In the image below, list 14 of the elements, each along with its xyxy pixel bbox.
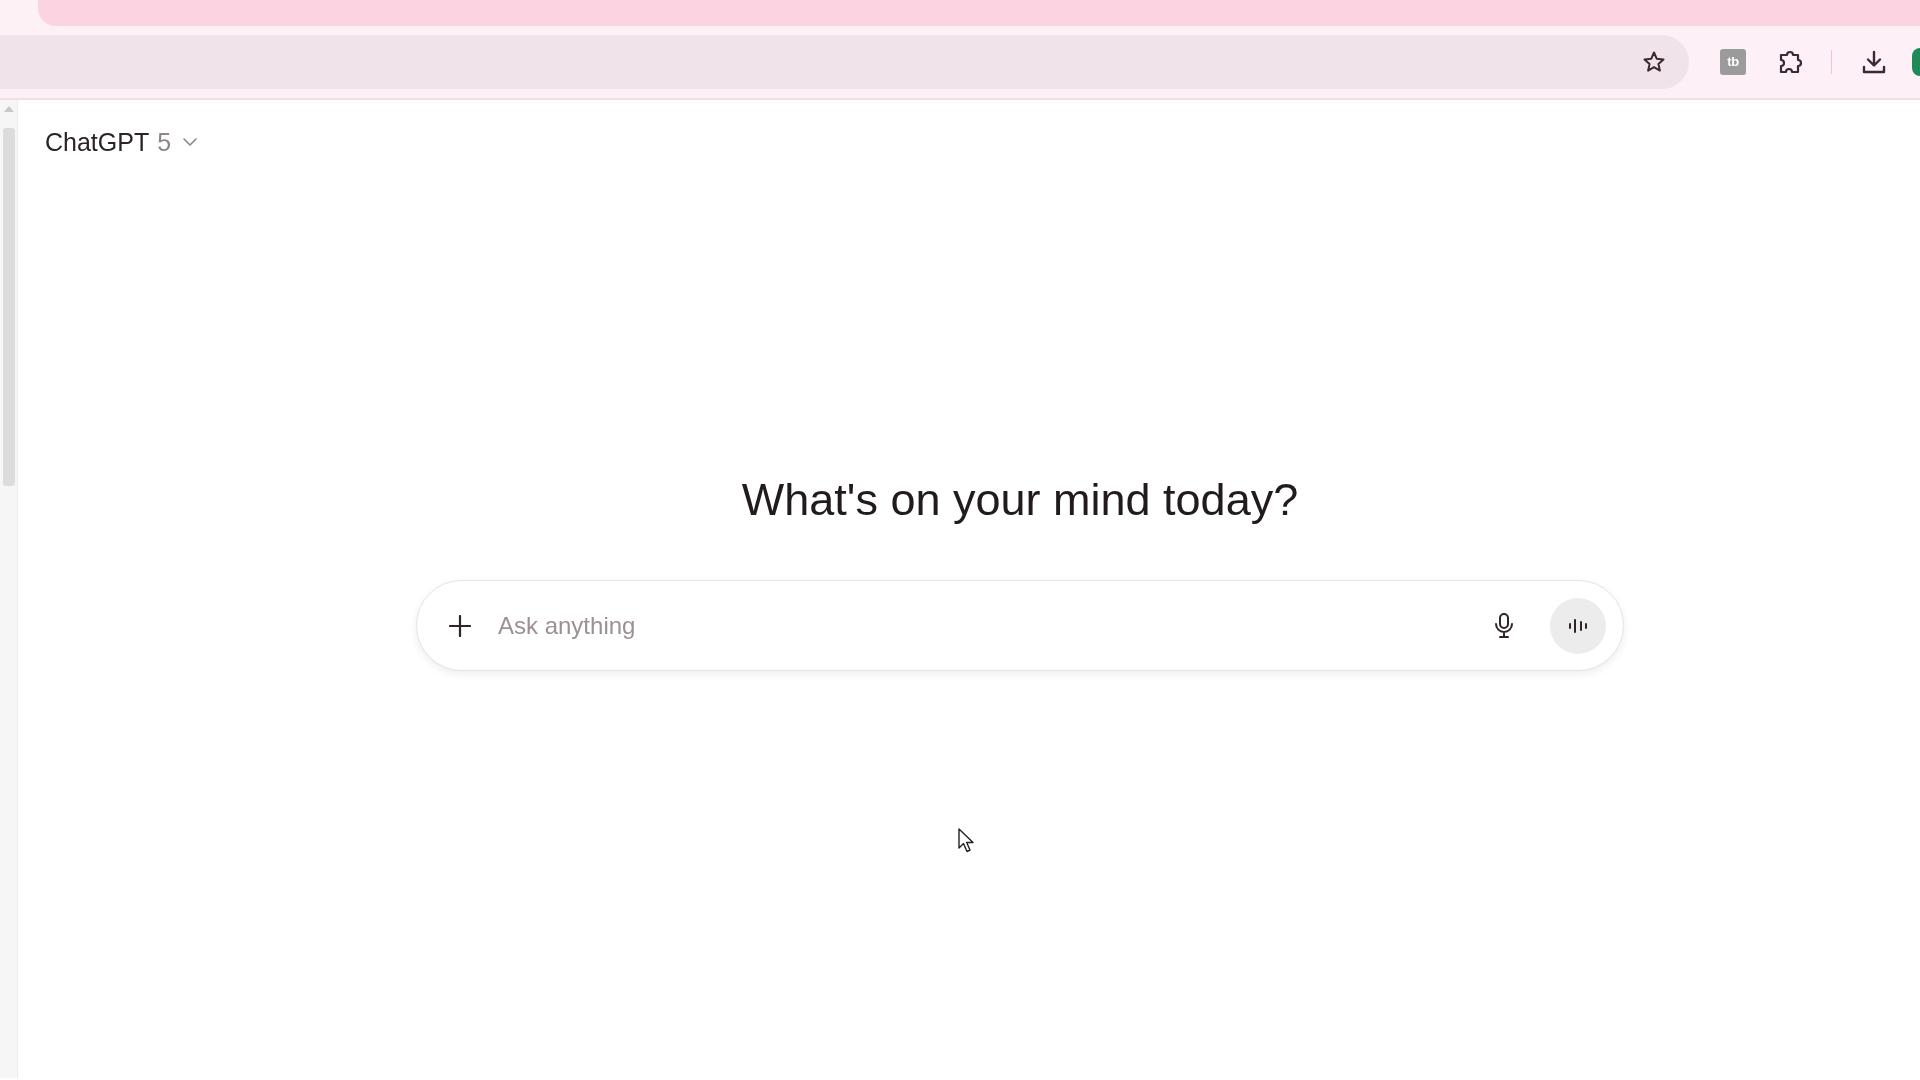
download-icon[interactable] [1860, 48, 1888, 76]
message-composer[interactable]: Ask anything [416, 580, 1624, 671]
heading: What's on your mind today? [741, 474, 1299, 526]
star-icon[interactable] [1642, 50, 1666, 74]
sound-wave-icon [1568, 617, 1588, 634]
microphone-icon[interactable] [1494, 612, 1514, 639]
plus-icon[interactable] [449, 614, 471, 637]
puzzle-piece-icon[interactable] [1777, 48, 1805, 76]
mouse-pointer-icon [958, 828, 975, 853]
scrollbar-thumb[interactable] [2, 128, 15, 486]
message-input[interactable]: Ask anything [498, 605, 1482, 646]
chevron-down-icon [183, 138, 198, 146]
model-selector[interactable]: ChatGPT 5 [45, 126, 198, 158]
avatar-icon[interactable] [1912, 48, 1920, 76]
